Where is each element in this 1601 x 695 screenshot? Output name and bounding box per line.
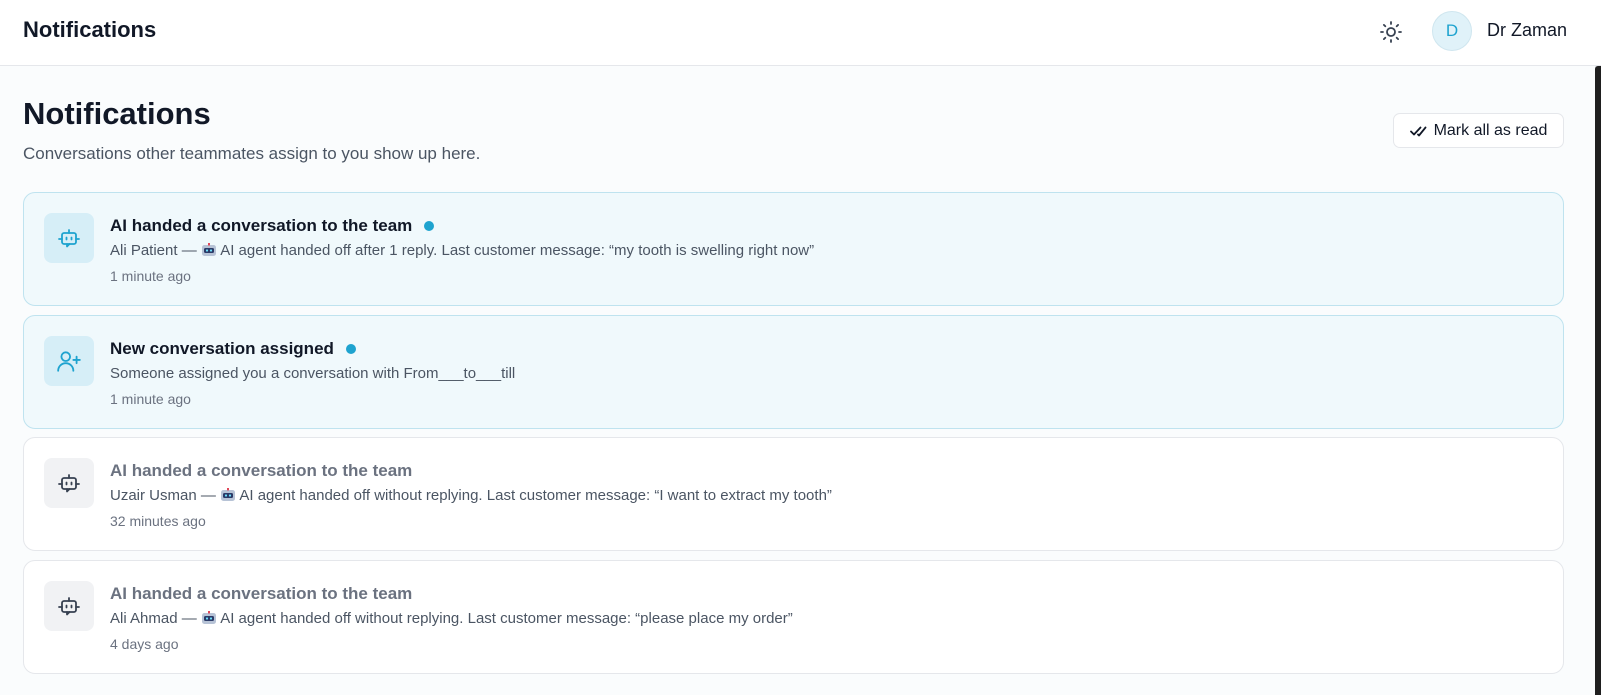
- avatar[interactable]: D: [1432, 11, 1472, 51]
- top-bar-title: Notifications: [23, 17, 157, 42]
- mark-all-read-button[interactable]: Mark all as read: [1393, 113, 1564, 148]
- mark-all-read-label: Mark all as read: [1433, 121, 1548, 139]
- bot-icon: [58, 229, 80, 248]
- scrollbar-thumb[interactable]: [1595, 66, 1601, 695]
- notification-title: AI handed a conversation to the team: [110, 216, 435, 236]
- bot-icon: [58, 597, 80, 616]
- sun-icon: [1380, 21, 1402, 43]
- bot-icon: [58, 474, 80, 493]
- notification-icon-box: [44, 458, 94, 508]
- notification-title: AI handed a conversation to the team: [110, 461, 412, 481]
- top-bar: Notifications D Dr Zaman: [0, 0, 1601, 66]
- notification-card[interactable]: AI handed a conversation to the team Ali …: [23, 560, 1564, 674]
- notification-body-text: AI agent handed off after 1 reply. Last …: [216, 242, 815, 259]
- notification-title-text: New conversation assigned: [110, 339, 334, 358]
- notification-card[interactable]: AI handed a conversation to the team Uzai…: [23, 437, 1564, 551]
- user-name[interactable]: Dr Zaman: [1487, 20, 1567, 41]
- robot-emoji-icon: [201, 243, 216, 256]
- notification-body: Uzair Usman — AI agent handed off withou…: [110, 487, 832, 504]
- notification-body-prefix: Ali Patient —: [110, 242, 201, 259]
- double-check-icon: [1409, 126, 1426, 136]
- notification-body: Someone assigned you a conversation with…: [110, 365, 515, 382]
- notification-body: Ali Patient — AI agent handed off after …: [110, 242, 814, 259]
- notification-body-prefix: Someone assigned you a conversation with…: [110, 365, 516, 382]
- notification-timestamp: 4 days ago: [110, 636, 179, 652]
- notification-card[interactable]: AI handed a conversation to the team Ali …: [23, 192, 1564, 306]
- notification-body-text: AI agent handed off without replying. La…: [216, 610, 793, 627]
- notification-title-text: AI handed a conversation to the team: [110, 216, 413, 235]
- theme-toggle-button[interactable]: [1373, 14, 1409, 50]
- notification-timestamp: 1 minute ago: [110, 391, 191, 407]
- notification-icon-box: [44, 336, 94, 386]
- notification-card[interactable]: New conversation assigned Someone assigne…: [23, 315, 1564, 429]
- notification-body-prefix: Uzair Usman —: [110, 487, 221, 504]
- unread-dot: [345, 344, 356, 354]
- notification-icon-box: [44, 581, 94, 631]
- notification-title-text: AI handed a conversation to the team: [110, 461, 413, 480]
- page-title: Notifications: [23, 96, 211, 131]
- notification-body-prefix: Ali Ahmad —: [110, 610, 201, 627]
- user-plus-icon: [57, 351, 81, 372]
- unread-dot: [424, 221, 435, 231]
- page-subtitle: Conversations other teammates assign to …: [23, 144, 481, 163]
- notification-title: New conversation assigned: [110, 339, 356, 359]
- notification-timestamp: 32 minutes ago: [110, 513, 206, 529]
- notification-title: AI handed a conversation to the team: [110, 584, 412, 604]
- notification-timestamp: 1 minute ago: [110, 268, 191, 284]
- robot-emoji-icon: [221, 488, 236, 501]
- notification-icon-box: [44, 213, 94, 263]
- notification-title-text: AI handed a conversation to the team: [110, 584, 413, 603]
- robot-emoji-icon: [201, 611, 216, 624]
- notification-body-text: AI agent handed off without replying. La…: [236, 487, 832, 504]
- notification-body: Ali Ahmad — AI agent handed off without …: [110, 610, 793, 627]
